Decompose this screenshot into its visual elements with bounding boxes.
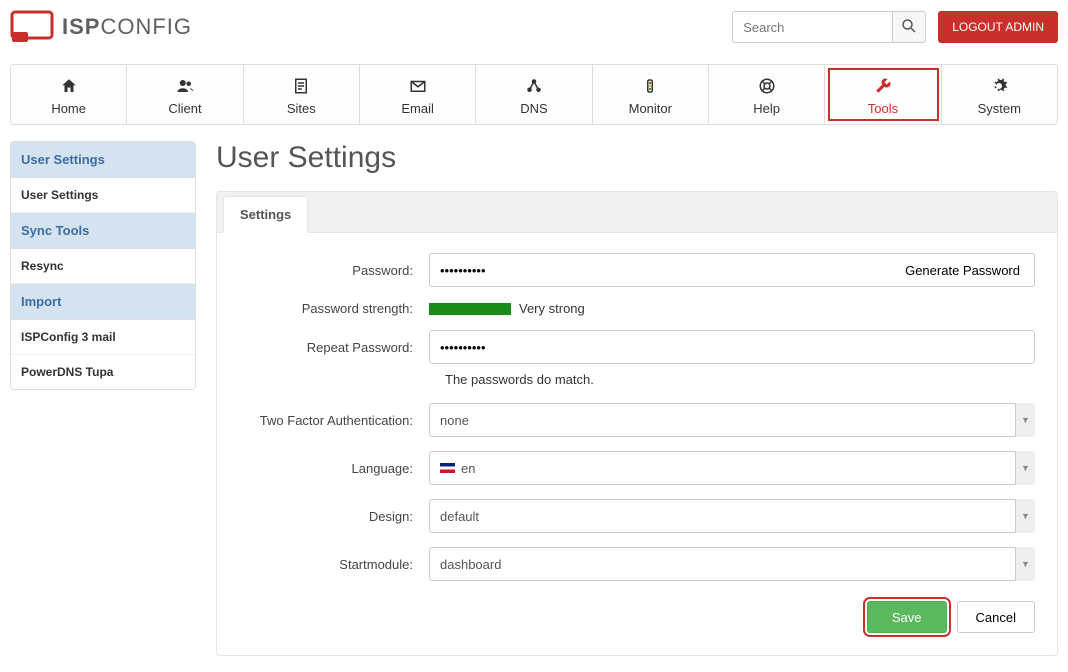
cancel-button[interactable]: Cancel: [957, 601, 1035, 633]
search-button[interactable]: [892, 11, 926, 43]
nav-monitor[interactable]: Monitor: [593, 65, 709, 124]
row-tfa: Two Factor Authentication: none ▼: [239, 403, 1035, 437]
doc-icon: [244, 75, 359, 97]
nav-sites[interactable]: Sites: [244, 65, 360, 124]
password-input[interactable]: [429, 253, 892, 287]
logout-button[interactable]: LOGOUT ADMIN: [938, 11, 1058, 43]
language-value: en: [461, 461, 475, 476]
search-input[interactable]: [732, 11, 892, 43]
header-bar: ISPCONFIG LOGOUT ADMIN: [0, 0, 1068, 64]
strength-bar: [429, 303, 511, 315]
nav-label: Monitor: [593, 101, 708, 116]
flag-en-icon: [440, 463, 455, 473]
nav-help[interactable]: Help: [709, 65, 825, 124]
design-value: default: [440, 509, 479, 524]
monitor-icon: [593, 75, 708, 97]
panel: Settings Password: Generate Password Pas…: [216, 191, 1058, 656]
gear-icon: [942, 75, 1057, 97]
startmodule-select[interactable]: dashboard: [429, 547, 1035, 581]
sidebar-header-import: Import: [11, 284, 195, 320]
tfa-value: none: [440, 413, 469, 428]
brand-suffix: CONFIG: [100, 14, 192, 39]
strength-text: Very strong: [519, 301, 585, 316]
nav-system[interactable]: System: [942, 65, 1057, 124]
row-strength: Password strength: Very strong: [239, 301, 1035, 316]
row-password: Password: Generate Password: [239, 253, 1035, 287]
layout: User Settings User Settings Sync Tools R…: [0, 125, 1068, 672]
nav-email[interactable]: Email: [360, 65, 476, 124]
nav-label: Home: [11, 101, 126, 116]
nav-label: Client: [127, 101, 242, 116]
sidebar-item-ispconfig3-mail[interactable]: ISPConfig 3 mail: [11, 320, 195, 355]
password-match-hint: The passwords do match.: [239, 372, 1035, 387]
wrench-icon: [825, 75, 940, 97]
sidebar-item-user-settings[interactable]: User Settings: [11, 178, 195, 213]
brand-prefix: ISP: [62, 14, 100, 39]
design-select[interactable]: default: [429, 499, 1035, 533]
sidebar-item-resync[interactable]: Resync: [11, 249, 195, 284]
nav-label: DNS: [476, 101, 591, 116]
chevron-down-icon: ▼: [1015, 499, 1035, 533]
sidebar-header-sync-tools: Sync Tools: [11, 213, 195, 249]
nav-label: Sites: [244, 101, 359, 116]
lifebuoy-icon: [709, 75, 824, 97]
nav-label: System: [942, 101, 1057, 116]
generate-password-button[interactable]: Generate Password: [891, 253, 1035, 287]
search-group: [732, 11, 926, 43]
repeat-password-input[interactable]: [429, 330, 1035, 364]
row-language: Language: en ▼: [239, 451, 1035, 485]
row-repeat-password: Repeat Password:: [239, 330, 1035, 364]
startmodule-value: dashboard: [440, 557, 501, 572]
nav-label: Tools: [825, 101, 940, 116]
main-nav: Home Client Sites Email DNS Monitor He: [10, 64, 1058, 125]
logo: ISPCONFIG: [10, 10, 192, 44]
share-icon: [476, 75, 591, 97]
nav-label: Help: [709, 101, 824, 116]
form-actions: Save Cancel: [239, 601, 1035, 633]
home-icon: [11, 75, 126, 97]
nav-tools[interactable]: Tools: [825, 65, 941, 124]
mail-icon: [360, 75, 475, 97]
chevron-down-icon: ▼: [1015, 403, 1035, 437]
label-design: Design:: [239, 509, 429, 524]
label-tfa: Two Factor Authentication:: [239, 413, 429, 428]
header-right: LOGOUT ADMIN: [732, 11, 1058, 43]
nav-dns[interactable]: DNS: [476, 65, 592, 124]
settings-form: Password: Generate Password Password str…: [217, 233, 1057, 655]
content: User Settings Settings Password: Generat…: [216, 141, 1058, 656]
logo-icon: [10, 10, 54, 44]
chevron-down-icon: ▼: [1015, 451, 1035, 485]
sidebar-item-powerdns-tupa[interactable]: PowerDNS Tupa: [11, 355, 195, 389]
nav-client[interactable]: Client: [127, 65, 243, 124]
brand-text: ISPCONFIG: [62, 14, 192, 40]
row-design: Design: default ▼: [239, 499, 1035, 533]
sidebar: User Settings User Settings Sync Tools R…: [10, 141, 196, 390]
save-button[interactable]: Save: [867, 601, 947, 633]
tabs: Settings: [217, 192, 1057, 233]
row-startmodule: Startmodule: dashboard ▼: [239, 547, 1035, 581]
label-language: Language:: [239, 461, 429, 476]
label-startmodule: Startmodule:: [239, 557, 429, 572]
tfa-select[interactable]: none: [429, 403, 1035, 437]
label-repeat-password: Repeat Password:: [239, 340, 429, 355]
tab-settings[interactable]: Settings: [223, 196, 308, 233]
page-title: User Settings: [216, 141, 1058, 175]
search-icon: [900, 17, 918, 38]
sidebar-header-user-settings: User Settings: [11, 142, 195, 178]
label-strength: Password strength:: [239, 301, 429, 316]
nav-home[interactable]: Home: [11, 65, 127, 124]
chevron-down-icon: ▼: [1015, 547, 1035, 581]
nav-label: Email: [360, 101, 475, 116]
label-password: Password:: [239, 263, 429, 278]
language-select[interactable]: en: [429, 451, 1035, 485]
users-icon: [127, 75, 242, 97]
